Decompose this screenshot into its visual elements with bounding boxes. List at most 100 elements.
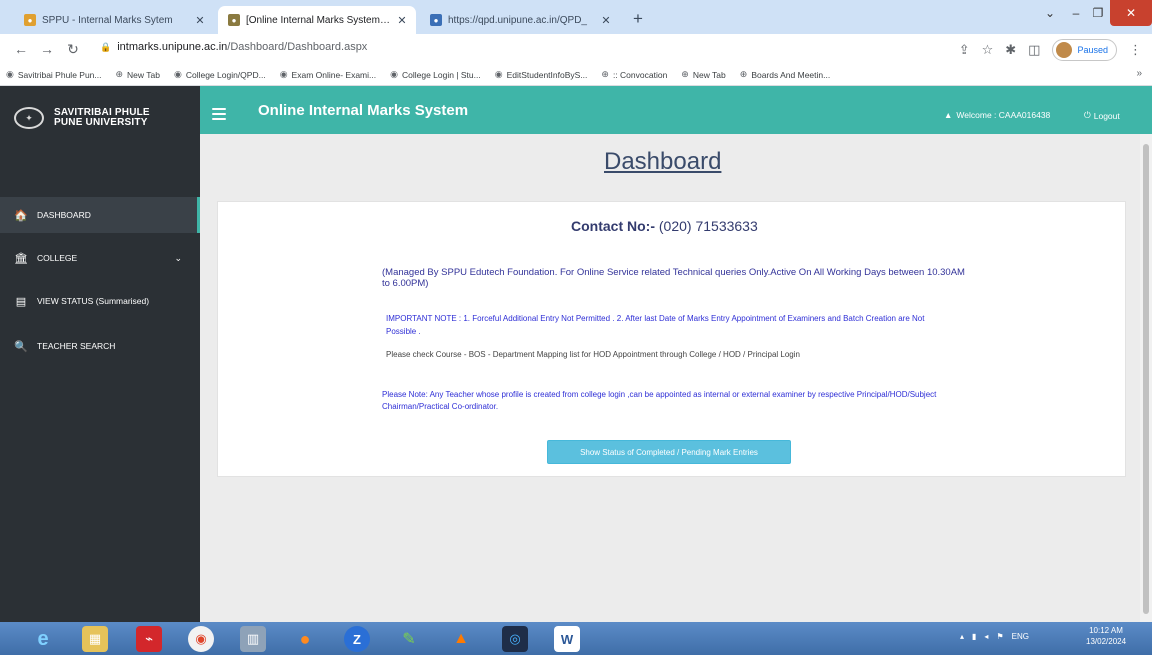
bookmark-item[interactable]: ⊕ New Tab — [681, 69, 725, 80]
address-bar-actions: ⇪ ☆ ✱ ◫ Paused ⋮ — [959, 39, 1142, 61]
forward-arrow-icon[interactable]: → — [36, 41, 58, 57]
taskbar-clock[interactable]: 10:12 AM 13/02/2024 — [1086, 625, 1126, 647]
url-host: intmarks.unipune.ac.in — [117, 41, 228, 53]
search-icon: 🔍 — [14, 340, 28, 353]
close-window-icon[interactable]: ✕ — [1110, 0, 1152, 26]
university-favicon-icon: ● — [228, 14, 240, 26]
side-panel-icon[interactable]: ◫ — [1028, 42, 1040, 58]
tab-title: SPPU - Internal Marks Sytem — [42, 14, 173, 26]
globe-icon: ⊕ — [681, 69, 689, 79]
sidebar-item-view-status[interactable]: ▤ VIEW STATUS (Summarised) — [0, 283, 196, 319]
internet-explorer-icon[interactable]: e — [30, 626, 56, 652]
bookmark-item[interactable]: ⊕ New Tab — [116, 69, 160, 80]
dashboard-icon: 🏠 — [14, 209, 28, 222]
chevron-down-icon: ⌄ — [174, 252, 182, 263]
welcome-user: ▲ Welcome : CAAA016438 — [944, 110, 1050, 120]
close-tab-icon[interactable]: ✕ — [600, 14, 612, 27]
university-favicon-icon: ◉ — [494, 69, 503, 79]
browser-tab-qpd[interactable]: ● https://qpd.unipune.ac.in/QPD_ ✕ — [420, 6, 620, 34]
network-icon[interactable]: ▮ — [972, 632, 976, 641]
windows-taskbar: e ▦ ⌁ ◉ ▥ ● Z ✎ ▲ ◎ W ▴ ▮ ◂ ⚑ ENG — [0, 622, 1152, 655]
bookmark-label: College Login | Stu... — [401, 69, 481, 80]
volume-icon[interactable]: ◂ — [984, 632, 988, 641]
bookmark-label: New Tab — [692, 69, 726, 80]
university-name: SAVITRIBAI PHULE PUNE UNIVERSITY — [54, 108, 150, 128]
bookmark-item[interactable]: ⊕ Boards And Meetin... — [740, 69, 830, 80]
share-icon[interactable]: ⇪ — [959, 42, 970, 58]
bookmark-item[interactable]: ⊕:: Convocation — [601, 69, 667, 80]
power-icon: ⏻ — [1084, 110, 1091, 120]
scrollbar-thumb[interactable] — [1143, 144, 1149, 614]
browser-menu-icon[interactable]: ⋮ — [1129, 42, 1142, 58]
page-scrollbar[interactable] — [1140, 134, 1152, 622]
calculator-icon[interactable]: ▥ — [240, 626, 266, 652]
bookmark-item[interactable]: ◉ Exam Online- Exami... — [280, 69, 376, 80]
tray-chevron-icon[interactable]: ▴ — [960, 632, 964, 641]
maximize-window-icon[interactable]: ❐ — [1088, 0, 1108, 26]
sidebar-item-label: TEACHER SEARCH — [37, 341, 116, 351]
url-path: /Dashboard/Dashboard.aspx — [227, 41, 368, 53]
bookmark-label: College Login/QPD... — [185, 69, 266, 80]
bookmark-label: Boards And Meetin... — [751, 69, 831, 80]
word-icon[interactable]: W — [554, 626, 580, 652]
globe-icon: ⊕ — [739, 69, 748, 79]
file-explorer-icon[interactable]: ▦ — [82, 626, 108, 652]
lock-icon: 🔒 — [100, 41, 112, 52]
university-favicon-icon: ● — [430, 14, 442, 26]
input-language[interactable]: ENG — [1012, 632, 1029, 641]
clock-date: 13/02/2024 — [1086, 637, 1127, 646]
sidebar-item-college[interactable]: 🏛 COLLEGE ⌄ — [0, 240, 196, 276]
zoom-icon[interactable]: Z — [344, 626, 370, 652]
bookmark-item[interactable]: ◉ EditStudentInfoByS... — [495, 69, 588, 80]
url-field[interactable]: 🔒 intmarks.unipune.ac.in/Dashboard/Dashb… — [100, 41, 367, 53]
back-arrow-icon[interactable]: ← — [10, 41, 32, 57]
browser-tab-sppu[interactable]: ● SPPU - Internal Marks Sytem ✕ — [14, 6, 214, 34]
browser-tab-online-marks[interactable]: ● [Online Internal Marks System [S ✕ — [218, 6, 416, 34]
bookmarks-bar: ◉ Savitribai Phule Pun... ⊕ New Tab ◉ Colle… — [0, 64, 1152, 86]
logout-link[interactable]: ⏻ Logout — [1084, 110, 1120, 121]
course-mapping-note: Please check Course - BOS - Department M… — [386, 350, 800, 359]
globe-icon: ⊕ — [601, 69, 609, 79]
close-tab-icon[interactable]: ✕ — [396, 14, 408, 27]
bookmarks-overflow-icon[interactable]: » — [1136, 68, 1142, 79]
acrobat-reader-icon[interactable]: ⌁ — [136, 626, 162, 652]
contact-value: (020) 71533633 — [658, 218, 758, 234]
bookmark-item[interactable]: ◉ Savitribai Phule Pun... — [6, 69, 102, 80]
page-title: Dashboard — [604, 148, 722, 175]
tab-search-chevron-icon[interactable]: ⌄ — [1040, 0, 1060, 26]
video-app-icon[interactable]: ◎ — [502, 626, 528, 652]
system-tray: ▴ ▮ ◂ ⚑ ENG — [960, 632, 1029, 641]
sidebar-item-teacher-search[interactable]: 🔍 TEACHER SEARCH — [0, 328, 196, 364]
sidebar-item-label: COLLEGE — [37, 253, 78, 263]
managed-by-text: (Managed By SPPU Edutech Foundation. For… — [382, 267, 965, 289]
new-tab-plus-icon[interactable]: + — [628, 9, 648, 29]
hamburger-menu-icon[interactable] — [212, 108, 226, 120]
close-tab-icon[interactable]: ✕ — [194, 14, 206, 27]
extensions-puzzle-icon[interactable]: ✱ — [1005, 42, 1016, 58]
status-icon: ▤ — [15, 295, 27, 308]
chrome-icon[interactable]: ◉ — [188, 626, 214, 652]
usb-tool-icon[interactable]: ✎ — [396, 626, 422, 652]
university-favicon-icon: ◉ — [173, 69, 182, 79]
show-status-button[interactable]: Show Status of Completed / Pending Mark … — [547, 440, 791, 464]
vlc-cone-icon[interactable]: ▲ — [448, 626, 474, 652]
bookmark-star-icon[interactable]: ☆ — [982, 42, 994, 58]
flag-icon[interactable]: ⚑ — [996, 632, 1003, 641]
university-favicon-icon: ● — [24, 14, 36, 26]
reload-icon[interactable]: ↻ — [62, 41, 84, 58]
sidebar-item-label: DASHBOARD — [37, 210, 91, 220]
minimize-window-icon[interactable]: – — [1066, 0, 1086, 26]
bookmark-item[interactable]: ◉ College Login/QPD... — [174, 69, 266, 80]
firefox-icon[interactable]: ● — [292, 626, 318, 652]
info-card — [217, 201, 1126, 477]
university-brand[interactable]: ✦ SAVITRIBAI PHULE PUNE UNIVERSITY — [0, 102, 200, 134]
profile-paused-button[interactable]: Paused — [1052, 39, 1117, 61]
sidebar-item-label: VIEW STATUS (Summarised) — [37, 296, 150, 306]
bookmark-label: :: Convocation — [612, 69, 668, 80]
bookmark-label: New Tab — [127, 69, 160, 80]
bookmark-label: EditStudentInfoByS... — [506, 69, 588, 80]
welcome-label: Welcome : CAAA016438 — [956, 110, 1051, 120]
profile-status-label: Paused — [1077, 45, 1108, 55]
bookmark-item[interactable]: ◉ College Login | Stu... — [390, 69, 481, 80]
sidebar-item-dashboard[interactable]: 🏠 DASHBOARD — [0, 197, 200, 233]
